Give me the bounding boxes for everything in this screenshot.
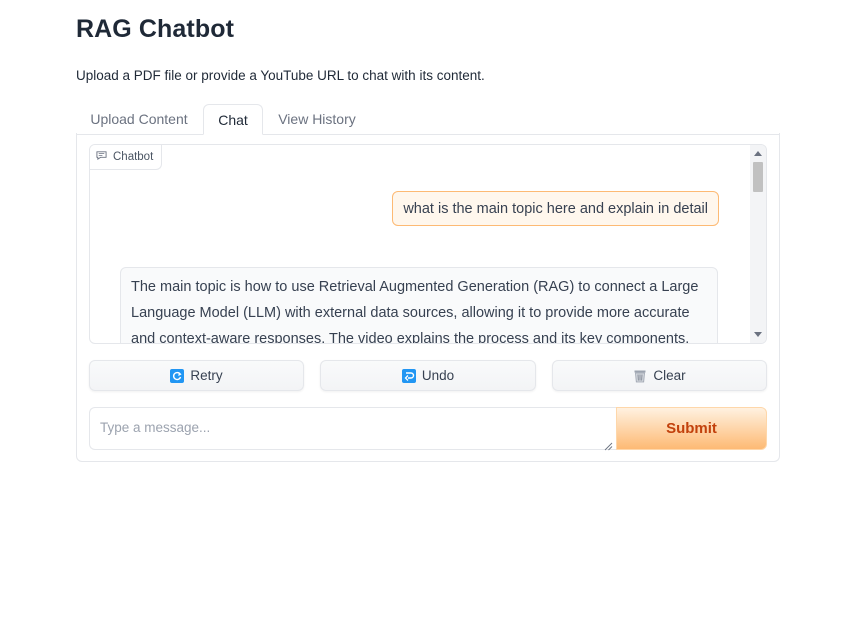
trash-icon [633,369,647,383]
chatbot-label: Chatbot [90,145,163,170]
undo-icon [401,368,416,383]
clear-label: Clear [653,368,686,383]
message-input[interactable] [89,407,616,450]
chatbot: Chatbot what is the main topic here and … [89,144,767,344]
resize-grip-icon[interactable] [603,438,613,451]
scroll-up-arrow-icon[interactable] [754,151,762,156]
undo-button[interactable]: Undo [320,360,536,391]
tab-chat[interactable]: Chat [203,104,263,135]
page-subtitle: Upload a PDF file or provide a YouTube U… [76,68,485,83]
scroll-down-arrow-icon[interactable] [754,332,762,337]
scroll-thumb[interactable] [753,162,763,192]
chat-scrollbar[interactable] [750,145,766,343]
tab-view-history[interactable]: View History [269,104,365,134]
page-title: RAG Chatbot [76,15,235,43]
clear-button[interactable]: Clear [552,360,767,391]
user-message: what is the main topic here and explain … [392,191,719,226]
tab-bar: Upload Content Chat View History [76,104,780,135]
tab-upload-content[interactable]: Upload Content [76,104,202,134]
bot-message: The main topic is how to use Retrieval A… [120,267,718,343]
chat-icon [96,150,107,164]
retry-label: Retry [190,368,223,383]
undo-label: Undo [421,368,455,383]
chatbot-label-text: Chatbot [113,151,154,163]
submit-button[interactable]: Submit [616,407,767,450]
retry-icon [170,368,185,383]
retry-button[interactable]: Retry [89,360,304,391]
